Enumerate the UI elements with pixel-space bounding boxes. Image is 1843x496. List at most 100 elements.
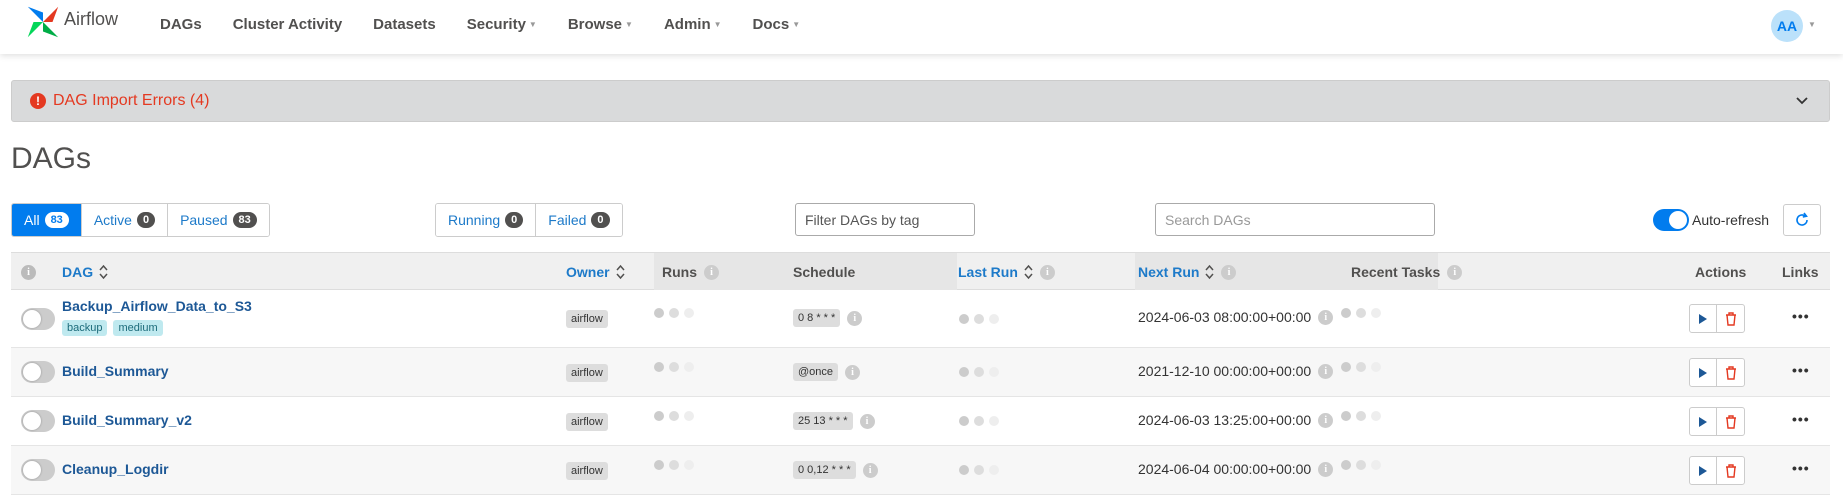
schedule-badge[interactable]: 0 8 * * *: [793, 309, 841, 327]
refresh-icon: [1796, 212, 1808, 226]
info-icon[interactable]: i: [1039, 264, 1055, 280]
auto-refresh-toggle[interactable]: Auto-refresh: [1653, 209, 1769, 231]
owner-badge[interactable]: airflow: [566, 310, 608, 328]
filter-active-button[interactable]: Active 0: [81, 204, 169, 236]
import-errors-label: DAG Import Errors (4): [53, 92, 210, 109]
refresh-button[interactable]: [1783, 204, 1821, 236]
brand-name: Airflow: [64, 8, 119, 29]
caret-down-icon: ▼: [713, 19, 722, 29]
play-icon: [1699, 313, 1707, 324]
col-last-run[interactable]: Last Run i: [958, 253, 1055, 291]
trigger-dag-button[interactable]: [1690, 457, 1718, 484]
search-dags-input[interactable]: [1155, 203, 1435, 236]
schedule-badge[interactable]: 25 13 * * *: [793, 412, 853, 430]
info-icon[interactable]: i: [1318, 363, 1334, 379]
caret-down-icon: ▼: [528, 19, 537, 29]
recent-tasks-dots: [1341, 411, 1386, 421]
table-row: Build_Summary airflow @once i 2021-12-10 …: [11, 348, 1830, 397]
sort-icon[interactable]: [1205, 264, 1215, 280]
pause-toggle[interactable]: [21, 308, 55, 330]
runs-dots: [654, 411, 699, 421]
caret-down-icon[interactable]: ▼: [1808, 20, 1816, 29]
sort-icon[interactable]: [99, 264, 108, 280]
sort-icon[interactable]: [1024, 264, 1033, 280]
dag-link[interactable]: Backup_Airflow_Data_to_S3: [62, 298, 252, 314]
nav-dags[interactable]: DAGs: [160, 16, 202, 33]
count-badge: 0: [136, 212, 156, 228]
main-nav: DAGs Cluster Activity Datasets Security ▼…: [160, 0, 831, 48]
count-badge: 0: [591, 212, 610, 228]
pause-toggle[interactable]: [21, 459, 55, 481]
info-icon[interactable]: i: [1447, 264, 1463, 280]
user-avatar[interactable]: AA: [1771, 10, 1803, 42]
info-icon[interactable]: i: [862, 462, 878, 478]
info-icon[interactable]: i: [859, 413, 875, 429]
trigger-dag-button[interactable]: [1690, 408, 1718, 435]
count-badge: 0: [505, 212, 524, 228]
col-links: Links: [1782, 264, 1819, 280]
page-title: DAGs: [11, 142, 92, 175]
filter-all-button[interactable]: All 83: [12, 204, 82, 236]
last-run-dots: [959, 367, 1004, 377]
trash-icon: [1725, 311, 1736, 326]
toggle-switch[interactable]: [1653, 209, 1689, 231]
last-run-dots: [959, 465, 1004, 475]
dag-link[interactable]: Build_Summary: [62, 363, 169, 379]
dag-tag[interactable]: backup: [62, 320, 108, 336]
info-icon[interactable]: i: [845, 364, 861, 380]
delete-dag-button[interactable]: [1717, 457, 1744, 484]
info-icon[interactable]: i: [21, 264, 36, 280]
more-icon[interactable]: •••: [1792, 308, 1810, 324]
next-run-value: 2021-12-10 00:00:00+00:00: [1138, 363, 1312, 379]
nav-admin[interactable]: Admin ▼: [664, 16, 722, 33]
more-icon[interactable]: •••: [1792, 362, 1810, 378]
nav-browse[interactable]: Browse ▼: [568, 16, 633, 33]
owner-badge[interactable]: airflow: [566, 364, 608, 382]
delete-dag-button[interactable]: [1717, 359, 1744, 386]
dag-actions: [1689, 304, 1745, 333]
info-icon[interactable]: i: [1318, 461, 1334, 477]
more-icon[interactable]: •••: [1792, 460, 1810, 476]
pause-toggle[interactable]: [21, 410, 55, 432]
tag-filter-input[interactable]: [795, 203, 975, 236]
dag-tag[interactable]: medium: [113, 320, 163, 336]
col-owner[interactable]: Owner: [566, 253, 625, 291]
trigger-dag-button[interactable]: [1690, 305, 1718, 332]
nav-security[interactable]: Security ▼: [467, 16, 537, 33]
info-icon[interactable]: i: [1221, 264, 1237, 280]
brand-link[interactable]: Airflow: [24, 3, 118, 41]
more-icon[interactable]: •••: [1792, 411, 1810, 427]
filter-paused-button[interactable]: Paused 83: [168, 204, 269, 236]
info-icon[interactable]: i: [704, 264, 719, 280]
pause-toggle[interactable]: [21, 361, 55, 383]
play-icon: [1699, 367, 1707, 378]
filter-running-button[interactable]: Running 0: [436, 204, 537, 236]
owner-badge[interactable]: airflow: [566, 413, 608, 431]
play-icon: [1699, 465, 1707, 476]
sort-icon[interactable]: [616, 264, 625, 280]
filter-failed-button[interactable]: Failed 0: [536, 204, 622, 236]
next-run-value: 2024-06-03 08:00:00+00:00: [1138, 309, 1312, 325]
delete-dag-button[interactable]: [1717, 305, 1744, 332]
dag-link[interactable]: Build_Summary_v2: [62, 412, 192, 428]
import-errors-banner[interactable]: ! DAG Import Errors (4): [11, 80, 1830, 122]
nav-cluster-activity[interactable]: Cluster Activity: [233, 16, 342, 33]
error-icon: !: [30, 93, 46, 109]
recent-tasks-dots: [1341, 308, 1386, 318]
dag-link[interactable]: Cleanup_Logdir: [62, 461, 169, 477]
col-dag[interactable]: DAG: [62, 253, 108, 291]
play-icon: [1699, 416, 1707, 427]
info-icon[interactable]: i: [1318, 412, 1334, 428]
owner-badge[interactable]: airflow: [566, 462, 608, 480]
delete-dag-button[interactable]: [1717, 408, 1744, 435]
info-icon[interactable]: i: [1318, 309, 1334, 325]
col-runs: Runs i: [662, 253, 719, 291]
schedule-badge[interactable]: 0 0,12 * * *: [793, 461, 856, 479]
nav-datasets[interactable]: Datasets: [373, 16, 436, 33]
chevron-down-icon[interactable]: [1795, 93, 1809, 107]
nav-docs[interactable]: Docs ▼: [753, 16, 801, 33]
trigger-dag-button[interactable]: [1690, 359, 1718, 386]
col-next-run[interactable]: Next Run i: [1138, 253, 1237, 291]
info-icon[interactable]: i: [847, 310, 863, 326]
schedule-badge[interactable]: @once: [793, 363, 839, 381]
